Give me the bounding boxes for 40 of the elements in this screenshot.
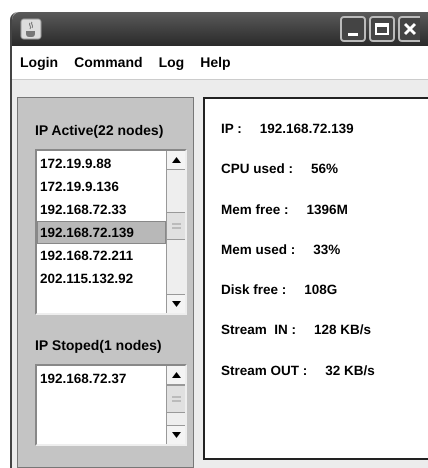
detail-value: 192.168.72.139 (260, 120, 354, 138)
detail-value: 108G (304, 281, 338, 299)
ip-list-item[interactable]: 192.168.72.37 (37, 367, 166, 390)
detail-label: IP : (221, 120, 242, 138)
cup-icon (20, 18, 42, 40)
detail-label: Stream OUT : (221, 362, 308, 380)
detail-label: CPU used : (221, 160, 294, 178)
up-arrow-icon[interactable] (172, 372, 180, 378)
close-button[interactable] (398, 16, 420, 42)
scrollbar[interactable] (166, 366, 185, 444)
scroll-thumb[interactable] (167, 212, 185, 240)
menu-item[interactable]: Command (74, 52, 143, 73)
ip-list-item[interactable]: 172.19.9.136 (37, 175, 166, 198)
list-heading: IP Stoped(1 nodes) (35, 336, 163, 355)
list-heading: IP Active(22 nodes) (35, 121, 164, 140)
down-arrow-icon[interactable] (172, 301, 180, 307)
close-icon[interactable] (403, 22, 417, 36)
detail-label: Mem free : (221, 200, 289, 218)
detail-value: 56% (311, 160, 338, 178)
down-arrow-icon[interactable] (172, 432, 180, 438)
minimize-button[interactable] (340, 16, 366, 42)
ip-list-item[interactable]: 192.168.72.33 (37, 198, 166, 221)
maximize-button[interactable] (369, 16, 395, 42)
detail-label: Mem used : (221, 240, 296, 259)
menu-item[interactable]: Log (158, 52, 184, 73)
menu-item[interactable]: Help (200, 52, 231, 73)
detail-value: 1396M (306, 200, 348, 218)
ip-list-item[interactable]: 172.19.9.88 (37, 152, 166, 175)
menu-item[interactable]: Login (20, 52, 58, 73)
detail-value: 33% (313, 240, 340, 259)
ip-list-item[interactable]: 202.115.132.92 (37, 267, 166, 290)
detail-value: 32 KB/s (325, 362, 375, 380)
ip-list-item[interactable]: 192.168.72.139 (37, 221, 166, 244)
detail-label: Disk free : (221, 281, 286, 299)
detail-label: Stream IN : (221, 321, 296, 340)
ip-list-item[interactable]: 192.168.72.211 (37, 244, 166, 267)
scrollbar[interactable] (166, 151, 185, 313)
detail-value: 128 KB/s (314, 321, 372, 340)
up-arrow-icon[interactable] (172, 157, 180, 163)
scroll-thumb[interactable] (167, 385, 185, 413)
